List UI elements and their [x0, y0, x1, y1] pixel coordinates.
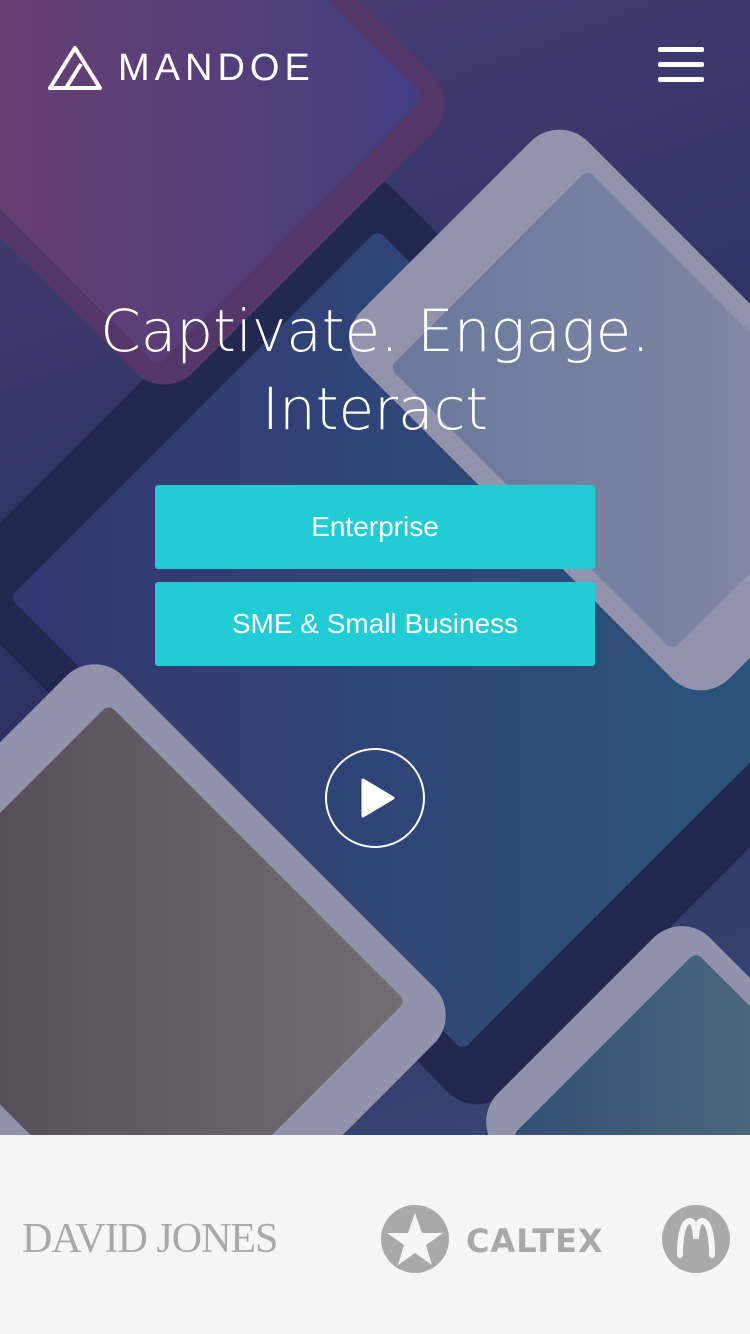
enterprise-button[interactable]: Enterprise: [155, 485, 595, 569]
brand-logo[interactable]: MANDOE: [48, 46, 315, 90]
play-video-button[interactable]: [325, 748, 425, 848]
headline-line-2: Interact: [261, 375, 489, 443]
david-jones-logo: DAVID JONES: [22, 1216, 278, 1262]
mandoe-triangle-logo-icon: [48, 46, 102, 90]
brand-name: MANDOE: [118, 46, 315, 89]
hamburger-menu-icon[interactable]: [658, 47, 704, 83]
sme-small-business-button[interactable]: SME & Small Business: [155, 582, 595, 666]
hero-headline: Captivate. Engage. Interact: [0, 292, 750, 448]
mcdonalds-logo-icon: [662, 1205, 730, 1273]
play-icon: [361, 778, 395, 818]
caltex-star-icon: [381, 1205, 449, 1273]
headline-line-1: Captivate. Engage.: [100, 297, 650, 365]
caltex-logo-text: CALTEX: [466, 1222, 604, 1260]
